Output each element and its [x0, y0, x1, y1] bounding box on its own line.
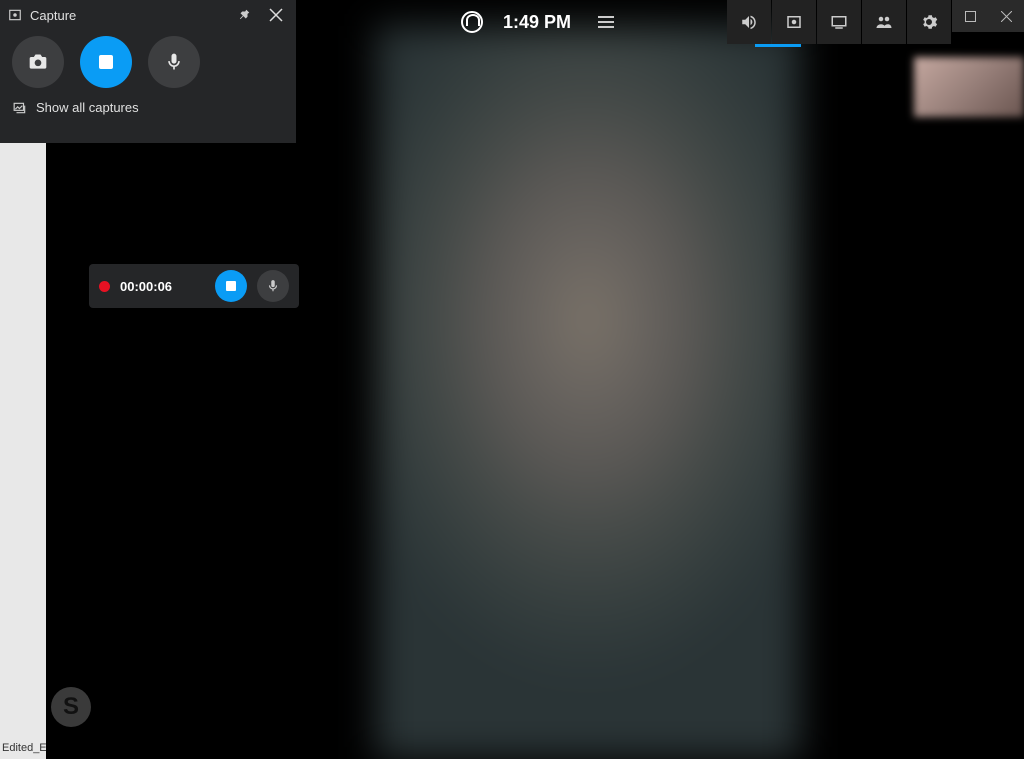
performance-icon[interactable] [817, 0, 861, 44]
pin-button[interactable] [232, 3, 256, 27]
close-button[interactable] [988, 0, 1024, 32]
skype-icon[interactable]: S [51, 687, 91, 727]
gamebar-time: 1:49 PM [503, 12, 571, 33]
show-all-captures-link[interactable]: Show all captures [0, 96, 296, 123]
social-icon[interactable] [862, 0, 906, 44]
active-tab-indicator [755, 44, 801, 47]
stop-icon [99, 55, 113, 69]
gamebar-widgets [727, 0, 951, 44]
capture-panel: Capture Show all captures [0, 0, 296, 143]
desktop-file-label[interactable]: Edited_E [2, 742, 47, 754]
recording-elapsed: 00:00:06 [120, 279, 205, 294]
capture-panel-title: Capture [30, 8, 224, 23]
gamebar: 1:49 PM [449, 0, 951, 44]
menu-icon[interactable] [592, 0, 620, 44]
capture-buttons [0, 30, 296, 96]
capture-panel-header: Capture [0, 0, 296, 30]
screenshot-button[interactable] [12, 36, 64, 88]
self-video-preview[interactable] [914, 57, 1024, 117]
maximize-button[interactable] [952, 0, 988, 32]
capture-widget-icon[interactable] [772, 0, 816, 44]
recording-indicator-icon [99, 281, 110, 292]
recording-mic-button[interactable] [257, 270, 289, 302]
recording-stop-button[interactable] [215, 270, 247, 302]
gamebar-center: 1:49 PM [449, 0, 632, 44]
stop-icon [226, 281, 236, 291]
remote-video-feed [376, 26, 800, 759]
settings-icon[interactable] [907, 0, 951, 44]
close-icon[interactable] [264, 3, 288, 27]
audio-icon[interactable] [727, 0, 771, 44]
window-controls [952, 0, 1024, 32]
stop-recording-button[interactable] [80, 36, 132, 88]
capture-icon [8, 8, 22, 22]
xbox-icon[interactable] [461, 11, 483, 33]
show-all-captures-label: Show all captures [36, 100, 139, 115]
recording-bar: 00:00:06 [89, 264, 299, 308]
microphone-button[interactable] [148, 36, 200, 88]
gallery-icon [12, 101, 28, 115]
